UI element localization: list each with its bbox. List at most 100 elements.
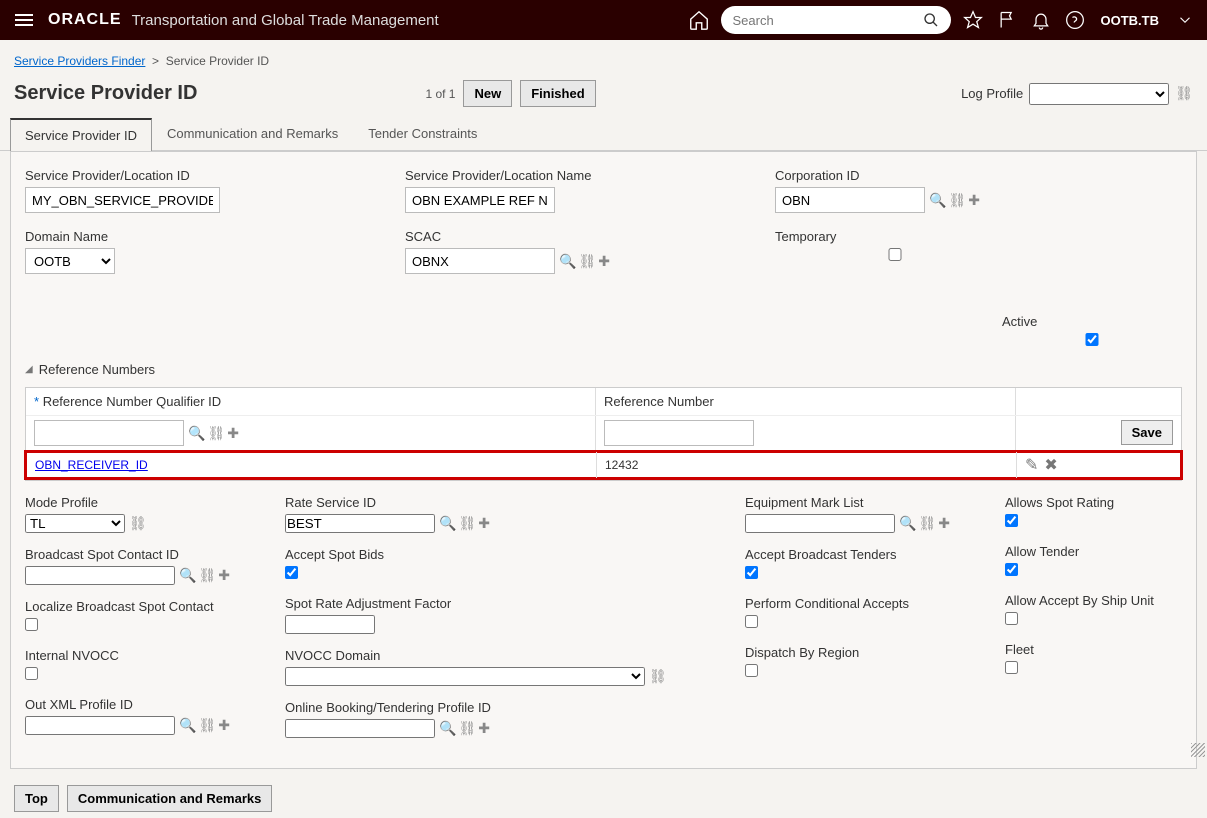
- finished-button[interactable]: Finished: [520, 80, 595, 107]
- plus-icon[interactable]: ✚: [598, 253, 610, 270]
- link-icon[interactable]: ⛓: [948, 192, 966, 209]
- plus-icon[interactable]: ✚: [218, 717, 230, 734]
- input-scac[interactable]: [405, 248, 555, 274]
- plus-icon[interactable]: ✚: [938, 515, 950, 532]
- checkbox-allow-tender[interactable]: [1005, 563, 1018, 576]
- checkbox-fleet[interactable]: [1005, 661, 1018, 674]
- link-icon[interactable]: ⛓: [198, 567, 216, 584]
- help-icon[interactable]: [1063, 8, 1087, 32]
- link-icon[interactable]: ⛓: [578, 253, 596, 270]
- page-head: Service Provider ID 1 of 1 New Finished …: [0, 74, 1207, 117]
- flag-icon[interactable]: [995, 8, 1019, 32]
- search-icon[interactable]: 🔍: [179, 717, 196, 734]
- edit-icon[interactable]: ✎: [1025, 455, 1038, 475]
- tab-bar: Service Provider ID Communication and Re…: [0, 117, 1207, 151]
- section-reference-numbers[interactable]: ◢ Reference Numbers: [25, 362, 1182, 377]
- checkbox-accept-spot[interactable]: [285, 566, 298, 579]
- delete-icon[interactable]: ✖: [1044, 455, 1057, 475]
- label-domain-name: Domain Name: [25, 229, 365, 244]
- label-localize-broadcast: Localize Broadcast Spot Contact: [25, 599, 265, 614]
- search-icon[interactable]: 🔍: [188, 425, 205, 442]
- search-icon[interactable]: 🔍: [439, 720, 456, 737]
- plus-icon[interactable]: ✚: [478, 720, 490, 737]
- checkbox-accept-broadcast[interactable]: [745, 566, 758, 579]
- chevron-down-icon[interactable]: [1173, 8, 1197, 32]
- label-sp-location-name: Service Provider/Location Name: [405, 168, 735, 183]
- star-icon[interactable]: [961, 8, 985, 32]
- checkbox-localize-broadcast[interactable]: [25, 618, 38, 631]
- input-sp-location-name[interactable]: [405, 187, 555, 213]
- link-icon[interactable]: ⛓: [458, 720, 476, 737]
- label-broadcast-contact: Broadcast Spot Contact ID: [25, 547, 265, 562]
- link-icon[interactable]: ⛓: [918, 515, 936, 532]
- top-button[interactable]: Top: [14, 785, 59, 812]
- checkbox-active[interactable]: [1002, 333, 1182, 346]
- page-title: Service Provider ID: [14, 82, 197, 105]
- link-icon[interactable]: ⛓: [129, 515, 147, 532]
- user-label[interactable]: OOTB.TB: [1097, 13, 1164, 28]
- label-internal-nvocc: Internal NVOCC: [25, 648, 265, 663]
- label-accept-broadcast: Accept Broadcast Tenders: [745, 547, 985, 562]
- bell-icon[interactable]: [1029, 8, 1053, 32]
- input-corp-id[interactable]: [775, 187, 925, 213]
- breadcrumb-root-link[interactable]: Service Providers Finder: [14, 54, 145, 68]
- link-icon[interactable]: ⛓: [198, 717, 216, 734]
- label-temporary: Temporary: [775, 229, 1015, 244]
- plus-icon[interactable]: ✚: [218, 567, 230, 584]
- new-button[interactable]: New: [463, 80, 512, 107]
- input-broadcast-contact[interactable]: [25, 566, 175, 585]
- link-icon[interactable]: ⛓: [207, 425, 225, 442]
- input-sp-location-id[interactable]: [25, 187, 220, 213]
- oracle-logo: ORACLE: [48, 11, 122, 29]
- search-input[interactable]: [733, 13, 917, 28]
- select-domain-name[interactable]: OOTB: [25, 248, 115, 274]
- tab-communication-remarks[interactable]: Communication and Remarks: [152, 117, 353, 150]
- link-icon[interactable]: ⛓: [649, 668, 667, 685]
- form-panel: Service Provider/Location ID Service Pro…: [10, 151, 1197, 769]
- checkbox-dispatch-region[interactable]: [745, 664, 758, 677]
- checkbox-temporary[interactable]: [775, 248, 1015, 261]
- search-icon[interactable]: [923, 12, 939, 28]
- label-equipment-mark: Equipment Mark List: [745, 495, 985, 510]
- breadcrumb: Service Providers Finder > Service Provi…: [0, 40, 1207, 74]
- checkbox-allow-ship-unit[interactable]: [1005, 612, 1018, 625]
- tab-tender-constraints[interactable]: Tender Constraints: [353, 117, 492, 150]
- checkbox-perform-cond[interactable]: [745, 615, 758, 628]
- search-icon[interactable]: 🔍: [179, 567, 196, 584]
- label-allow-ship-unit: Allow Accept By Ship Unit: [1005, 593, 1182, 608]
- input-equipment-mark[interactable]: [745, 514, 895, 533]
- search-icon[interactable]: 🔍: [559, 253, 576, 270]
- input-ref-number[interactable]: [604, 420, 754, 446]
- search-icon[interactable]: 🔍: [899, 515, 916, 532]
- search-icon[interactable]: 🔍: [439, 515, 456, 532]
- log-profile-select[interactable]: [1029, 83, 1169, 105]
- input-online-booking[interactable]: [285, 719, 435, 738]
- checkbox-internal-nvocc[interactable]: [25, 667, 38, 680]
- label-mode-profile: Mode Profile: [25, 495, 265, 510]
- input-ref-qualifier[interactable]: [34, 420, 184, 446]
- tab-service-provider-id[interactable]: Service Provider ID: [10, 118, 152, 151]
- save-button[interactable]: Save: [1121, 420, 1173, 445]
- link-icon[interactable]: ⛓: [458, 515, 476, 532]
- search-icon[interactable]: 🔍: [929, 192, 946, 209]
- plus-icon[interactable]: ✚: [478, 515, 490, 532]
- communication-remarks-button[interactable]: Communication and Remarks: [67, 785, 273, 812]
- checkbox-allows-spot[interactable]: [1005, 514, 1018, 527]
- select-nvocc-domain[interactable]: [285, 667, 645, 686]
- home-icon[interactable]: [687, 8, 711, 32]
- collapse-icon[interactable]: ◢: [25, 364, 33, 375]
- select-mode-profile[interactable]: TL: [25, 514, 125, 533]
- label-sp-location-id: Service Provider/Location ID: [25, 168, 365, 183]
- link-icon[interactable]: ⛓: [1175, 85, 1193, 102]
- input-rate-service-id[interactable]: [285, 514, 435, 533]
- ref-qualifier-link[interactable]: OBN_RECEIVER_ID: [35, 458, 148, 472]
- plus-icon[interactable]: ✚: [968, 192, 980, 209]
- menu-icon[interactable]: [10, 9, 38, 31]
- input-out-xml[interactable]: [25, 716, 175, 735]
- resize-handle[interactable]: [1191, 743, 1205, 757]
- input-spot-rate-adj[interactable]: [285, 615, 375, 634]
- label-active: Active: [1002, 314, 1182, 329]
- search-box[interactable]: [721, 6, 951, 34]
- plus-icon[interactable]: ✚: [227, 425, 239, 442]
- log-profile-label: Log Profile: [961, 86, 1023, 101]
